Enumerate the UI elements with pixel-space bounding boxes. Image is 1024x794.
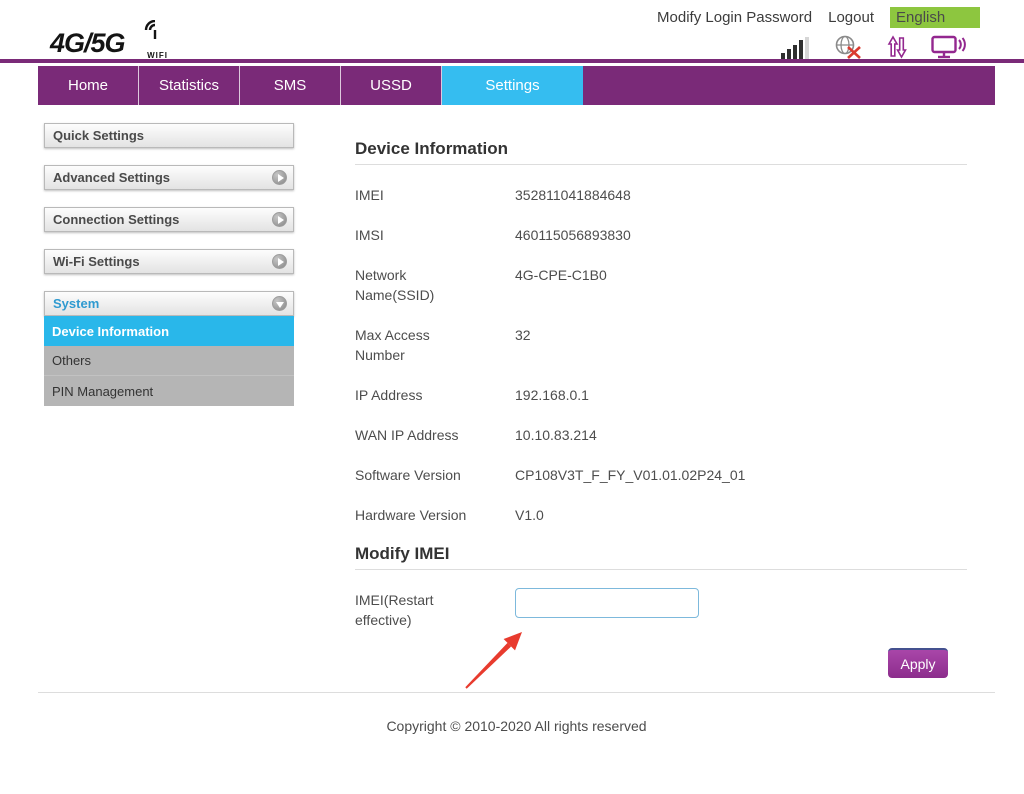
info-label: Software Version [355,467,461,483]
tab-sms[interactable]: SMS [240,66,341,105]
info-label: IP Address [355,387,423,403]
chevron-down-icon [272,296,287,311]
language-selector[interactable]: English [890,7,980,28]
submenu-item-pin-management[interactable]: PIN Management [44,376,294,406]
submenu-item-others[interactable]: Others [44,346,294,376]
tab-ussd[interactable]: USSD [341,66,442,105]
info-row-ip-address: IP Address 192.168.0.1 [355,385,967,405]
system-submenu: Device Information Others PIN Management [44,316,294,406]
apply-button[interactable]: Apply [888,648,948,678]
info-value: 192.168.0.1 [515,387,589,403]
footer-divider [38,692,995,693]
info-row-software-version: Software Version CP108V3T_F_FY_V01.01.02… [355,465,967,485]
modify-imei-title: Modify IMEI [355,545,967,570]
info-row-ssid: Network Name(SSID) 4G-CPE-C1B0 [355,265,967,305]
chevron-right-icon [272,170,287,185]
info-value: 4G-CPE-C1B0 [515,267,607,283]
sidebar-item-advanced-settings[interactable]: Advanced Settings [44,165,294,190]
info-label: WAN IP Address [355,427,459,443]
info-value: 10.10.83.214 [515,427,597,443]
info-label: IMEI [355,187,384,203]
imei-field-row: IMEI(Restart effective) [355,570,967,630]
main-nav: Home Statistics SMS USSD Settings [38,66,995,105]
info-row-imei: IMEI 352811041884648 [355,185,967,205]
router-admin-page: Modify Login Password Logout English 4G/… [0,0,1024,794]
main-content: Device Information IMEI 352811041884648 … [355,140,967,678]
sidebar-item-label: Quick Settings [53,128,145,143]
sidebar-item-connection-settings[interactable]: Connection Settings [44,207,294,232]
imei-input[interactable] [515,588,699,618]
settings-sidebar: Quick Settings Advanced Settings Connect… [44,123,294,406]
info-label: Network Name(SSID) [355,267,435,303]
imei-field-label: IMEI(Restart effective) [355,592,434,628]
header-links: Modify Login Password Logout English [657,7,980,28]
header-divider [0,59,1024,63]
chevron-right-icon [272,254,287,269]
device-info-list: IMEI 352811041884648 IMSI 46011505689383… [355,165,967,525]
sidebar-item-label: Advanced Settings [53,170,171,185]
submenu-item-device-information[interactable]: Device Information [44,316,294,346]
info-label: Max Access Number [355,327,430,363]
copyright-text: Copyright © 2010-2020 All rights reserve… [386,718,647,734]
annotation-arrow-icon [465,632,522,689]
info-row-imsi: IMSI 460115056893830 [355,225,967,245]
sidebar-item-wifi-settings[interactable]: Wi-Fi Settings [44,249,294,274]
sidebar-item-system[interactable]: System [44,291,294,316]
logo: 4G/5G WIFI [50,19,167,62]
info-row-max-access: Max Access Number 32 [355,325,967,365]
logout-link[interactable]: Logout [828,9,874,26]
tab-settings[interactable]: Settings [442,66,583,105]
info-value: 32 [515,327,531,343]
chevron-right-icon [272,212,287,227]
tab-home[interactable]: Home [38,66,139,105]
info-row-hardware-version: Hardware Version V1.0 [355,505,967,525]
modify-login-password-link[interactable]: Modify Login Password [657,9,812,26]
info-row-wan-ip: WAN IP Address 10.10.83.214 [355,425,967,445]
tab-statistics[interactable]: Statistics [139,66,240,105]
sidebar-item-label: Wi-Fi Settings [53,254,140,269]
info-label: IMSI [355,227,384,243]
sidebar-item-label: System [53,296,100,311]
antenna-icon [138,19,164,45]
info-value: V1.0 [515,507,544,523]
sidebar-item-quick-settings[interactable]: Quick Settings [44,123,294,148]
apply-row: Apply [355,648,967,678]
info-value: 460115056893830 [515,227,631,243]
info-value: CP108V3T_F_FY_V01.01.02P24_01 [515,467,746,483]
sidebar-item-label: Connection Settings [53,212,180,227]
page-title: Device Information [355,140,967,165]
info-label: Hardware Version [355,507,467,523]
info-value: 352811041884648 [515,187,631,203]
logo-text: 4G/5G [50,28,126,58]
